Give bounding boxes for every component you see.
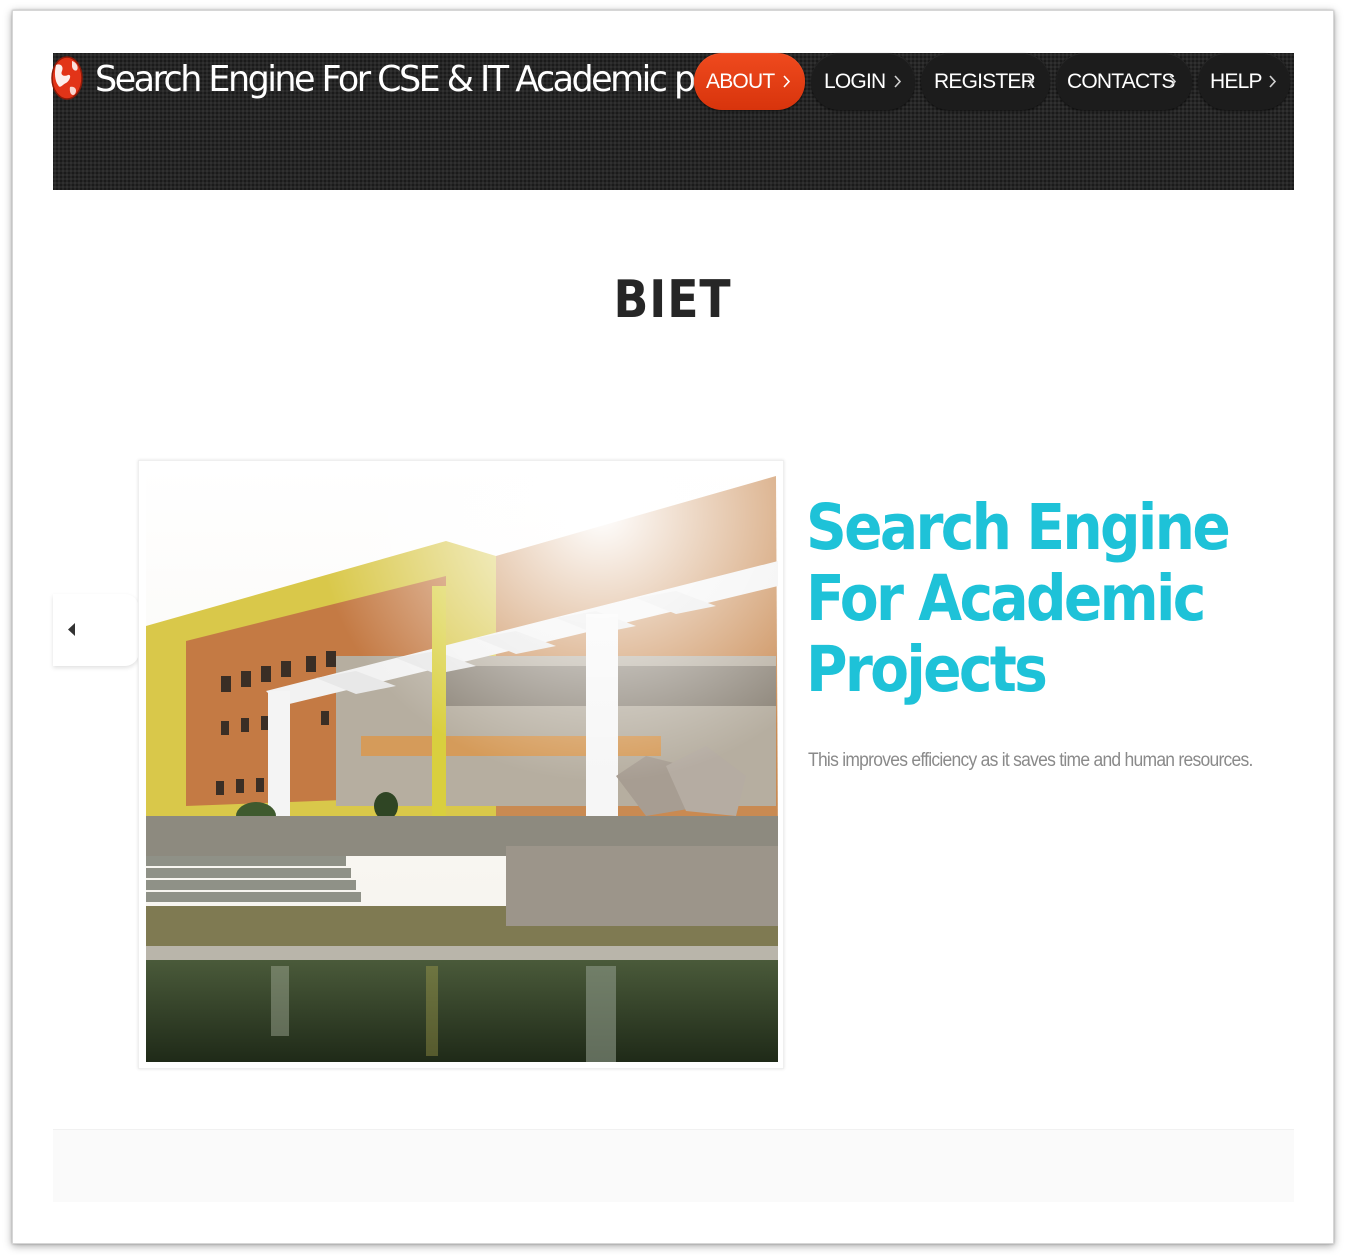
slide-title-line: Search Engine xyxy=(806,491,1231,564)
nav-contacts-label: CONTACTS xyxy=(1067,69,1175,93)
site-title: Search Engine For CSE & IT Academic proj… xyxy=(95,59,796,100)
chevron-right-icon xyxy=(1269,75,1277,88)
slide-description: This improves efficiency as it saves tim… xyxy=(808,750,1253,771)
footer-bar xyxy=(53,1129,1294,1202)
slide-title: Search Engine For Academic Projects xyxy=(806,491,1231,706)
slider-prev-button[interactable] xyxy=(53,594,139,666)
nav-login-label: LOGIN xyxy=(824,69,886,93)
college-building-photo xyxy=(146,466,778,1062)
triangle-left-icon xyxy=(68,623,75,636)
globe-icon xyxy=(51,56,83,100)
nav-contacts[interactable]: CONTACTS xyxy=(1056,53,1192,110)
nav-register[interactable]: REGISTER xyxy=(921,53,1050,110)
chevron-right-icon xyxy=(1169,75,1177,88)
nav-login[interactable]: LOGIN xyxy=(811,53,915,110)
slide-image-frame xyxy=(138,460,784,1069)
chevron-right-icon xyxy=(783,75,791,88)
site-header: Search Engine For CSE & IT Academic proj… xyxy=(51,53,1294,190)
chevron-right-icon xyxy=(894,75,902,88)
nav-about-label: ABOUT xyxy=(706,69,775,93)
nav-help[interactable]: HELP xyxy=(1198,53,1290,110)
nav-about[interactable]: ABOUT xyxy=(694,53,805,110)
page-heading: BIET xyxy=(613,270,732,330)
nav-help-label: HELP xyxy=(1210,69,1262,93)
nav-register-label: REGISTER xyxy=(934,69,1036,93)
slide-title-line: For Academic xyxy=(806,562,1206,635)
chevron-right-icon xyxy=(1027,75,1035,88)
slide-title-line: Projects xyxy=(806,633,1048,706)
